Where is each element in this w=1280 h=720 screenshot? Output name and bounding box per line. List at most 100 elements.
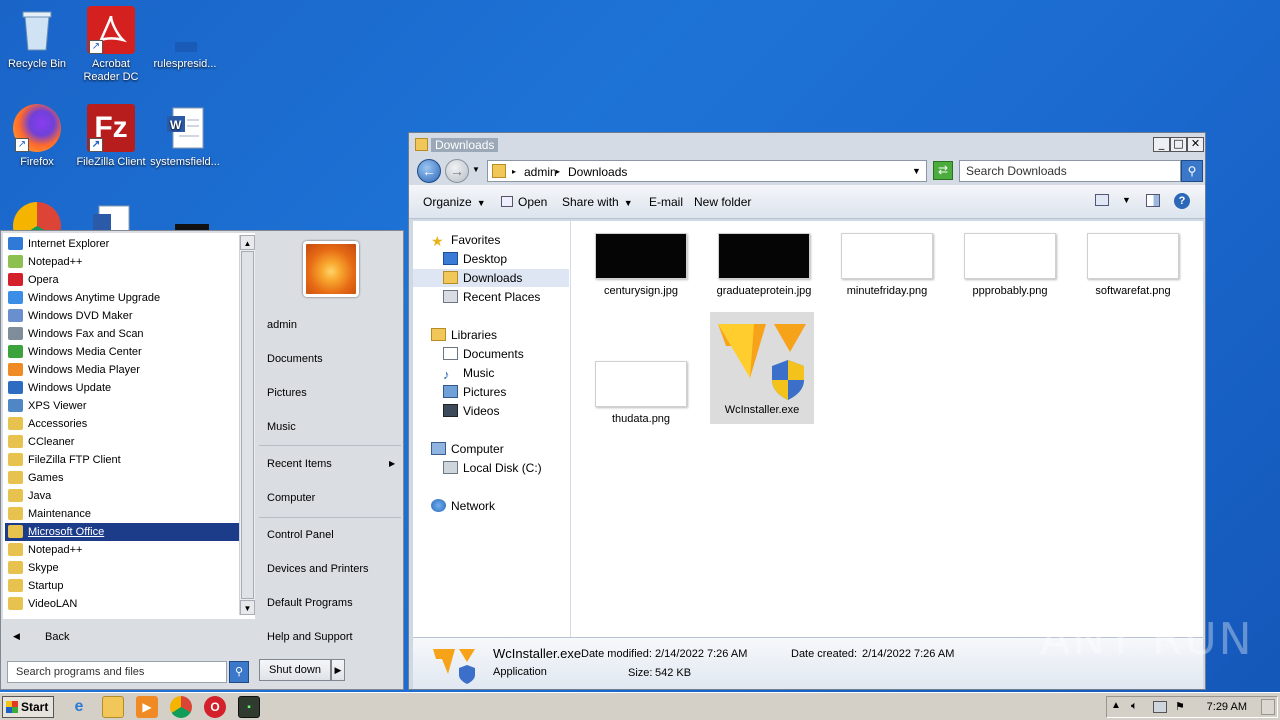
nav-favorites[interactable]: ★ Favorites: [431, 233, 500, 251]
program-item[interactable]: Windows Anytime Upgrade: [5, 289, 239, 307]
program-item[interactable]: Skype: [5, 559, 239, 577]
new-folder-button[interactable]: New folder: [694, 195, 751, 209]
file-item[interactable]: softwarefat.png: [1083, 233, 1183, 298]
chrome-icon[interactable]: [170, 696, 192, 718]
program-item[interactable]: Maintenance: [5, 505, 239, 523]
organize-button[interactable]: Organize ▼: [423, 195, 486, 209]
nav-pictures[interactable]: Pictures: [443, 385, 506, 403]
preview-pane-icon[interactable]: [1146, 194, 1160, 207]
nav-downloads[interactable]: Downloads: [413, 269, 569, 287]
user-avatar[interactable]: [303, 241, 359, 297]
scroll-down-arrow-icon[interactable]: ▼: [240, 600, 255, 615]
program-item[interactable]: Games: [5, 469, 239, 487]
program-item[interactable]: Opera: [5, 271, 239, 289]
program-item[interactable]: Notepad++: [5, 253, 239, 271]
music-link[interactable]: Music: [267, 421, 296, 433]
nav-music[interactable]: ♪ Music: [443, 366, 494, 384]
show-hidden-icons-arrow-icon[interactable]: ▲: [1111, 700, 1121, 711]
breadcrumb-admin[interactable]: admin: [524, 165, 557, 179]
computer-link[interactable]: Computer: [267, 492, 315, 504]
terminal-icon[interactable]: ▪: [238, 696, 260, 718]
nav-local-disk[interactable]: Local Disk (C:): [443, 461, 542, 479]
file-item[interactable]: thudata.png: [591, 361, 691, 426]
recent-pages-dropdown[interactable]: ▼: [472, 165, 480, 174]
breadcrumb-arrow-icon[interactable]: ▸: [556, 167, 560, 176]
scroll-thumb[interactable]: [241, 251, 254, 599]
address-box[interactable]: ▸ admin ▸ Downloads ▼: [487, 160, 927, 182]
program-item[interactable]: Internet Explorer: [5, 235, 239, 253]
recent-items-link[interactable]: Recent Items: [267, 458, 332, 470]
desktop-icon-systemsfield[interactable]: W systemsfield...: [148, 104, 222, 169]
file-item[interactable]: graduateprotein.jpg: [714, 233, 814, 298]
desktop-icon-rulespresid[interactable]: rulespresid...: [148, 6, 222, 71]
opera-icon[interactable]: O: [204, 696, 226, 718]
desktop-icon-firefox[interactable]: ↗ Firefox: [0, 104, 74, 169]
search-icon[interactable]: ⚲: [1181, 160, 1203, 182]
show-desktop-button[interactable]: [1261, 699, 1275, 715]
program-item[interactable]: FileZilla FTP Client: [5, 451, 239, 469]
nav-libraries[interactable]: Libraries: [431, 328, 497, 346]
program-item[interactable]: Startup: [5, 577, 239, 595]
maximize-button[interactable]: □: [1170, 137, 1187, 152]
devices-printers-link[interactable]: Devices and Printers: [267, 563, 369, 575]
nav-recent-places[interactable]: Recent Places: [443, 290, 540, 308]
change-view-icon[interactable]: [1095, 194, 1109, 206]
file-item[interactable]: centurysign.jpg: [591, 233, 691, 298]
start-button[interactable]: Start: [2, 696, 54, 718]
program-item[interactable]: Notepad++: [5, 541, 239, 559]
clock[interactable]: 7:29 AM: [1207, 701, 1247, 713]
email-button[interactable]: E-mail: [649, 195, 683, 209]
program-item[interactable]: Java: [5, 487, 239, 505]
address-dropdown-icon[interactable]: ▼: [912, 166, 921, 176]
scroll-up-arrow-icon[interactable]: ▲: [240, 235, 255, 250]
program-item[interactable]: Windows Media Center: [5, 343, 239, 361]
title-bar[interactable]: Downloads _ □ ✕: [409, 133, 1205, 157]
back-button[interactable]: ◀ Back: [3, 627, 253, 651]
program-item[interactable]: Microsoft Office: [5, 523, 239, 541]
help-support-link[interactable]: Help and Support: [267, 631, 353, 643]
documents-link[interactable]: Documents: [267, 353, 323, 365]
breadcrumb-downloads[interactable]: Downloads: [568, 165, 627, 179]
program-item[interactable]: CCleaner: [5, 433, 239, 451]
search-input[interactable]: Search Downloads: [959, 160, 1181, 182]
desktop-icon-recycle-bin[interactable]: Recycle Bin: [0, 6, 74, 71]
start-search-input[interactable]: Search programs and files: [7, 661, 227, 683]
forward-button[interactable]: →: [445, 159, 469, 183]
file-item[interactable]: ppprobably.png: [960, 233, 1060, 298]
nav-computer[interactable]: Computer: [431, 442, 504, 460]
pictures-link[interactable]: Pictures: [267, 387, 307, 399]
volume-icon[interactable]: 🔈︎: [1131, 700, 1138, 713]
action-center-flag-icon[interactable]: ⚑: [1175, 700, 1185, 713]
programs-scrollbar[interactable]: ▲ ▼: [239, 235, 255, 615]
close-button[interactable]: ✕: [1187, 137, 1204, 152]
nav-desktop[interactable]: Desktop: [443, 252, 507, 270]
shutdown-options-arrow-icon[interactable]: ▶: [331, 659, 345, 681]
program-item[interactable]: Accessories: [5, 415, 239, 433]
minimize-button[interactable]: _: [1153, 137, 1170, 152]
program-item[interactable]: XPS Viewer: [5, 397, 239, 415]
share-with-button[interactable]: Share with ▼: [562, 195, 633, 209]
help-icon[interactable]: ?: [1174, 193, 1190, 209]
nav-network[interactable]: Network: [431, 499, 495, 517]
program-item[interactable]: Windows Media Player: [5, 361, 239, 379]
breadcrumb-arrow-icon[interactable]: ▸: [512, 167, 516, 176]
search-icon[interactable]: ⚲: [229, 661, 249, 683]
default-programs-link[interactable]: Default Programs: [267, 597, 353, 609]
open-button[interactable]: Open: [501, 195, 547, 209]
media-player-icon[interactable]: ▶: [136, 696, 158, 718]
internet-explorer-icon[interactable]: e: [68, 696, 90, 718]
nav-videos[interactable]: Videos: [443, 404, 499, 422]
user-name-link[interactable]: admin: [267, 319, 297, 331]
desktop-icon-filezilla[interactable]: Fz ↗ FileZilla Client: [74, 104, 148, 169]
file-item-selected[interactable]: WcInstaller.exe: [710, 312, 814, 424]
nav-documents[interactable]: Documents: [443, 347, 524, 365]
desktop-icon-acrobat[interactable]: ↗ Acrobat Reader DC: [74, 6, 148, 84]
back-button[interactable]: ←: [417, 159, 441, 183]
file-item[interactable]: minutefriday.png: [837, 233, 937, 298]
program-item[interactable]: VideoLAN: [5, 595, 239, 613]
program-item[interactable]: Windows Update: [5, 379, 239, 397]
shutdown-button[interactable]: Shut down: [259, 659, 331, 681]
program-item[interactable]: Windows Fax and Scan: [5, 325, 239, 343]
network-tray-icon[interactable]: [1153, 701, 1167, 713]
program-item[interactable]: Windows DVD Maker: [5, 307, 239, 325]
